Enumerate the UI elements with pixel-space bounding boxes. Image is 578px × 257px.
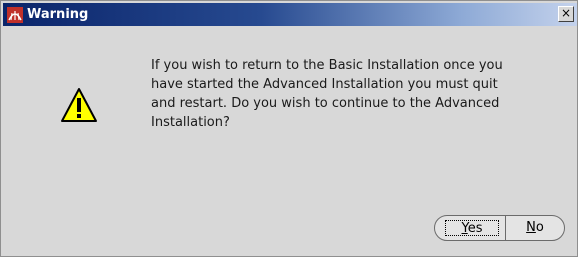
- no-label-rest: o: [535, 220, 544, 235]
- warning-message: If you wish to return to the Basic Insta…: [151, 58, 503, 130]
- warning-dialog: Warning × If you wish to return to the B…: [0, 0, 578, 257]
- warning-triangle-icon: [61, 88, 97, 122]
- dialog-title: Warning: [27, 7, 89, 22]
- close-icon: ×: [560, 6, 572, 20]
- close-button[interactable]: ×: [558, 6, 574, 22]
- oracle-logo-icon: [7, 7, 23, 23]
- yes-button[interactable]: Yes: [434, 215, 506, 241]
- yes-label-rest: es: [467, 221, 483, 236]
- yes-button-label: Yes: [445, 220, 499, 236]
- no-button[interactable]: No: [505, 215, 565, 241]
- no-mnemonic: N: [526, 220, 536, 235]
- title-bar[interactable]: Warning ×: [3, 3, 577, 26]
